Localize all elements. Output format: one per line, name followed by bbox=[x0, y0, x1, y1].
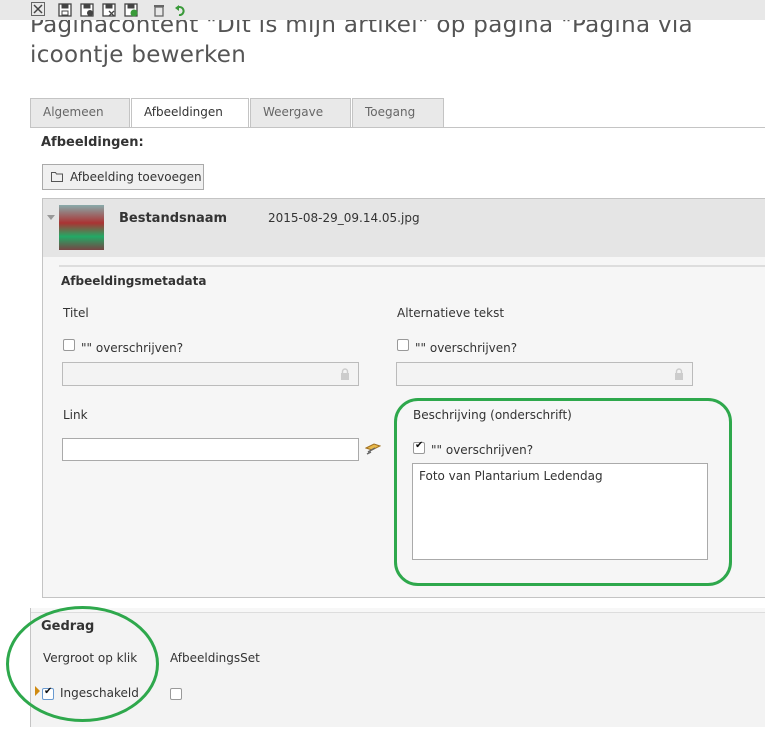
page-header: Paginacontent "Dit is mijn artikel" op p… bbox=[0, 20, 765, 80]
title-override-label: "" overschrijven? bbox=[81, 341, 184, 355]
delete-icon[interactable] bbox=[152, 2, 166, 17]
divider bbox=[59, 265, 765, 267]
alt-override-checkbox[interactable] bbox=[397, 339, 409, 351]
link-label: Link bbox=[63, 408, 88, 422]
alt-override-label: "" overschrijven? bbox=[415, 341, 518, 355]
save-close-icon[interactable] bbox=[102, 2, 116, 17]
tab-toegang[interactable]: Toegang bbox=[352, 98, 444, 127]
file-name-label: Bestandsnaam bbox=[119, 211, 228, 226]
highlight-annotation bbox=[394, 398, 732, 586]
lock-icon bbox=[675, 368, 683, 380]
title-label: Titel bbox=[63, 306, 89, 320]
imageset-label: AfbeeldingsSet bbox=[170, 651, 260, 665]
undo-icon[interactable] bbox=[174, 2, 188, 17]
folder-icon bbox=[51, 172, 63, 182]
images-section-label: Afbeeldingen: bbox=[41, 135, 144, 150]
add-image-button[interactable]: Afbeelding toevoegen bbox=[42, 164, 204, 190]
save-new-icon[interactable] bbox=[124, 2, 138, 17]
toolbar bbox=[0, 0, 765, 21]
link-browser-icon[interactable] bbox=[364, 441, 382, 460]
alt-text-label: Alternatieve tekst bbox=[397, 306, 505, 320]
highlight-annotation bbox=[6, 606, 159, 722]
title-override-checkbox[interactable] bbox=[63, 339, 75, 351]
file-header bbox=[43, 199, 765, 257]
file-name-value: 2015-08-29_09.14.05.jpg bbox=[268, 211, 420, 225]
lock-icon bbox=[341, 368, 349, 380]
image-thumbnail[interactable] bbox=[59, 205, 104, 250]
page-title: Paginacontent "Dit is mijn artikel" op p… bbox=[30, 20, 693, 68]
alt-text-input[interactable] bbox=[396, 362, 693, 386]
add-image-button-label: Afbeelding toevoegen bbox=[70, 170, 202, 184]
metadata-heading: Afbeeldingsmetadata bbox=[61, 274, 207, 288]
tab-afbeeldingen[interactable]: Afbeeldingen bbox=[131, 98, 249, 129]
imageset-checkbox[interactable] bbox=[170, 688, 182, 700]
link-input[interactable] bbox=[62, 438, 359, 461]
save-view-icon[interactable] bbox=[80, 2, 94, 17]
title-input[interactable] bbox=[62, 362, 359, 386]
collapse-toggle-icon[interactable] bbox=[47, 215, 55, 220]
tab-weergave[interactable]: Weergave bbox=[250, 98, 351, 127]
tab-algemeen[interactable]: Algemeen bbox=[30, 98, 130, 127]
close-icon[interactable] bbox=[31, 2, 45, 16]
save-icon[interactable] bbox=[58, 2, 72, 17]
